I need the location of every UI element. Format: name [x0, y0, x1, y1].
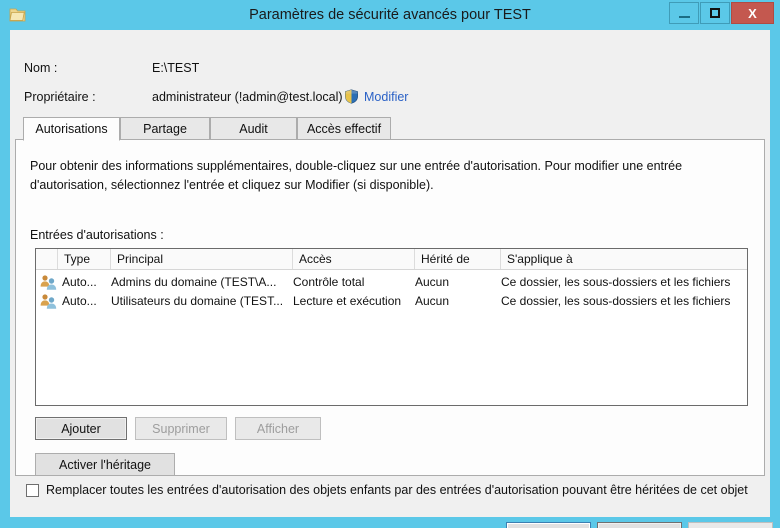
column-header-icon [36, 249, 58, 269]
column-header-herite-de[interactable]: Hérité de [415, 249, 501, 269]
name-value: E:\TEST [152, 61, 200, 75]
permission-entries-list[interactable]: Type Principal Accès Hérité de S'appliqu… [35, 248, 748, 406]
ok-button[interactable]: OK [506, 522, 591, 528]
change-owner-link[interactable]: Modifier [364, 90, 408, 104]
enable-inheritance-button[interactable]: Activer l'héritage [35, 453, 175, 476]
cell-principal: Admins du domaine (TEST\A... [111, 275, 277, 289]
column-header-principal[interactable]: Principal [111, 249, 293, 269]
group-icon [40, 294, 58, 309]
entries-label: Entrées d'autorisations : [30, 228, 164, 242]
apply-button: Appliquer [688, 522, 773, 528]
minimize-button[interactable] [669, 2, 699, 24]
table-row[interactable]: Auto... Admins du domaine (TEST\A... Con… [36, 273, 747, 292]
view-button-label: Afficher [256, 421, 300, 436]
replace-child-permissions-checkbox[interactable] [26, 483, 39, 497]
tab-label: Autorisations [35, 122, 108, 136]
column-header-acces[interactable]: Accès [293, 249, 415, 269]
dialog-body: Nom : E:\TEST Propriétaire : administrat… [10, 30, 773, 528]
cell-acces: Lecture et exécution [293, 294, 402, 308]
close-icon: X [748, 5, 757, 21]
permissions-tab-panel: Pour obtenir des informations supplément… [15, 140, 765, 476]
view-button: Afficher [235, 417, 321, 440]
add-button[interactable]: Ajouter [35, 417, 127, 440]
add-button-label: Ajouter [61, 421, 101, 436]
cell-sapplique-a: Ce dossier, les sous-dossiers et les fic… [501, 275, 731, 289]
minimize-icon [678, 15, 690, 18]
owner-value: administrateur (!admin@test.local) [152, 90, 343, 104]
tab-strip: Autorisations Partage Audit Accès effect… [15, 117, 765, 141]
maximize-icon [710, 8, 720, 18]
table-row[interactable]: Auto... Utilisateurs du domaine (TEST...… [36, 292, 747, 311]
cell-type: Auto... [62, 275, 97, 289]
title-bar[interactable]: Paramètres de sécurité avancés pour TEST… [0, 0, 780, 30]
replace-child-permissions-row[interactable]: Remplacer toutes les entrées d'autorisat… [26, 483, 748, 497]
tab-autorisations[interactable]: Autorisations [23, 117, 120, 141]
replace-child-permissions-label: Remplacer toutes les entrées d'autorisat… [46, 483, 748, 497]
column-header-sapplique-a[interactable]: S'applique à [501, 249, 747, 269]
cancel-button[interactable]: Annuler [597, 522, 682, 528]
close-button[interactable]: X [731, 2, 774, 24]
advanced-security-settings-window: Paramètres de sécurité avancés pour TEST… [0, 0, 780, 528]
cell-herite-de: Aucun [415, 275, 450, 289]
column-header-type[interactable]: Type [58, 249, 111, 269]
tab-audit[interactable]: Audit [210, 117, 297, 140]
group-icon [40, 275, 58, 290]
cell-herite-de: Aucun [415, 294, 450, 308]
remove-button: Supprimer [135, 417, 227, 440]
enable-inheritance-label: Activer l'héritage [58, 457, 151, 472]
remove-button-label: Supprimer [152, 421, 210, 436]
window-title: Paramètres de sécurité avancés pour TEST [249, 7, 531, 23]
name-label: Nom : [24, 61, 58, 75]
owner-label: Propriétaire : [24, 90, 96, 104]
cell-principal: Utilisateurs du domaine (TEST... [111, 294, 284, 308]
cell-type: Auto... [62, 294, 97, 308]
tab-partage[interactable]: Partage [120, 117, 210, 140]
tab-acces-effectif[interactable]: Accès effectif [297, 117, 391, 140]
maximize-button[interactable] [700, 2, 730, 24]
list-header-row: Type Principal Accès Hérité de S'appliqu… [36, 249, 747, 270]
uac-shield-icon [344, 89, 359, 104]
cell-sapplique-a: Ce dossier, les sous-dossiers et les fic… [501, 294, 731, 308]
cell-acces: Contrôle total [293, 275, 365, 289]
tab-label: Audit [239, 121, 268, 136]
instructions-text: Pour obtenir des informations supplément… [30, 159, 683, 192]
tab-label: Partage [143, 121, 187, 136]
tab-label: Accès effectif [306, 121, 382, 136]
